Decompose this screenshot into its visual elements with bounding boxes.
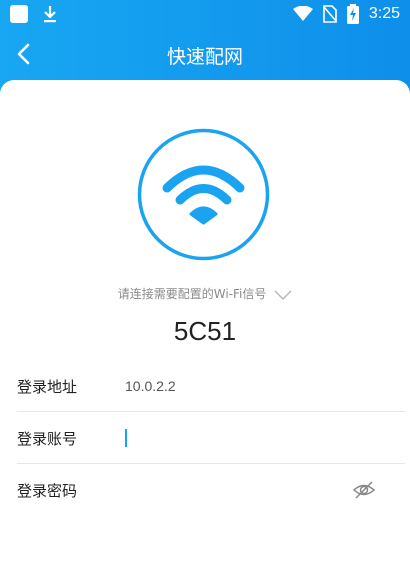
- text-cursor: [125, 429, 127, 447]
- login-password-label: 登录密码: [17, 482, 78, 500]
- eye-hidden-icon[interactable]: [353, 480, 375, 500]
- wifi-ssid: 5C51: [173, 316, 237, 346]
- login-address-input[interactable]: 10.0.2.2: [125, 378, 176, 394]
- page-title: 快速配网: [166, 46, 243, 68]
- app-notification-icon: [10, 5, 28, 23]
- login-account-row[interactable]: 登录账号: [17, 412, 405, 464]
- login-password-row[interactable]: 登录密码: [17, 464, 405, 516]
- wifi-prompt-text: 请连接需要配置的Wi-Fi信号: [117, 287, 267, 301]
- main-card: 请连接需要配置的Wi-Fi信号 5C51 登录地址 10.0.2.2 登录账号 …: [0, 80, 410, 584]
- status-time: 3:25: [368, 5, 400, 22]
- no-sim-icon: [323, 5, 337, 23]
- login-address-label: 登录地址: [17, 378, 78, 396]
- wifi-signal-icon: [292, 6, 313, 21]
- chevron-down-icon: [274, 290, 292, 300]
- navigation-bar: 快速配网: [0, 30, 410, 78]
- battery-charging-icon: [346, 4, 359, 24]
- login-address-row[interactable]: 登录地址 10.0.2.2: [17, 360, 405, 412]
- login-account-label: 登录账号: [17, 430, 78, 448]
- download-icon: [44, 6, 56, 23]
- wifi-icon: [137, 128, 270, 261]
- wifi-select-prompt[interactable]: 请连接需要配置的Wi-Fi信号: [0, 285, 410, 302]
- status-bar: 3:25: [0, 0, 410, 30]
